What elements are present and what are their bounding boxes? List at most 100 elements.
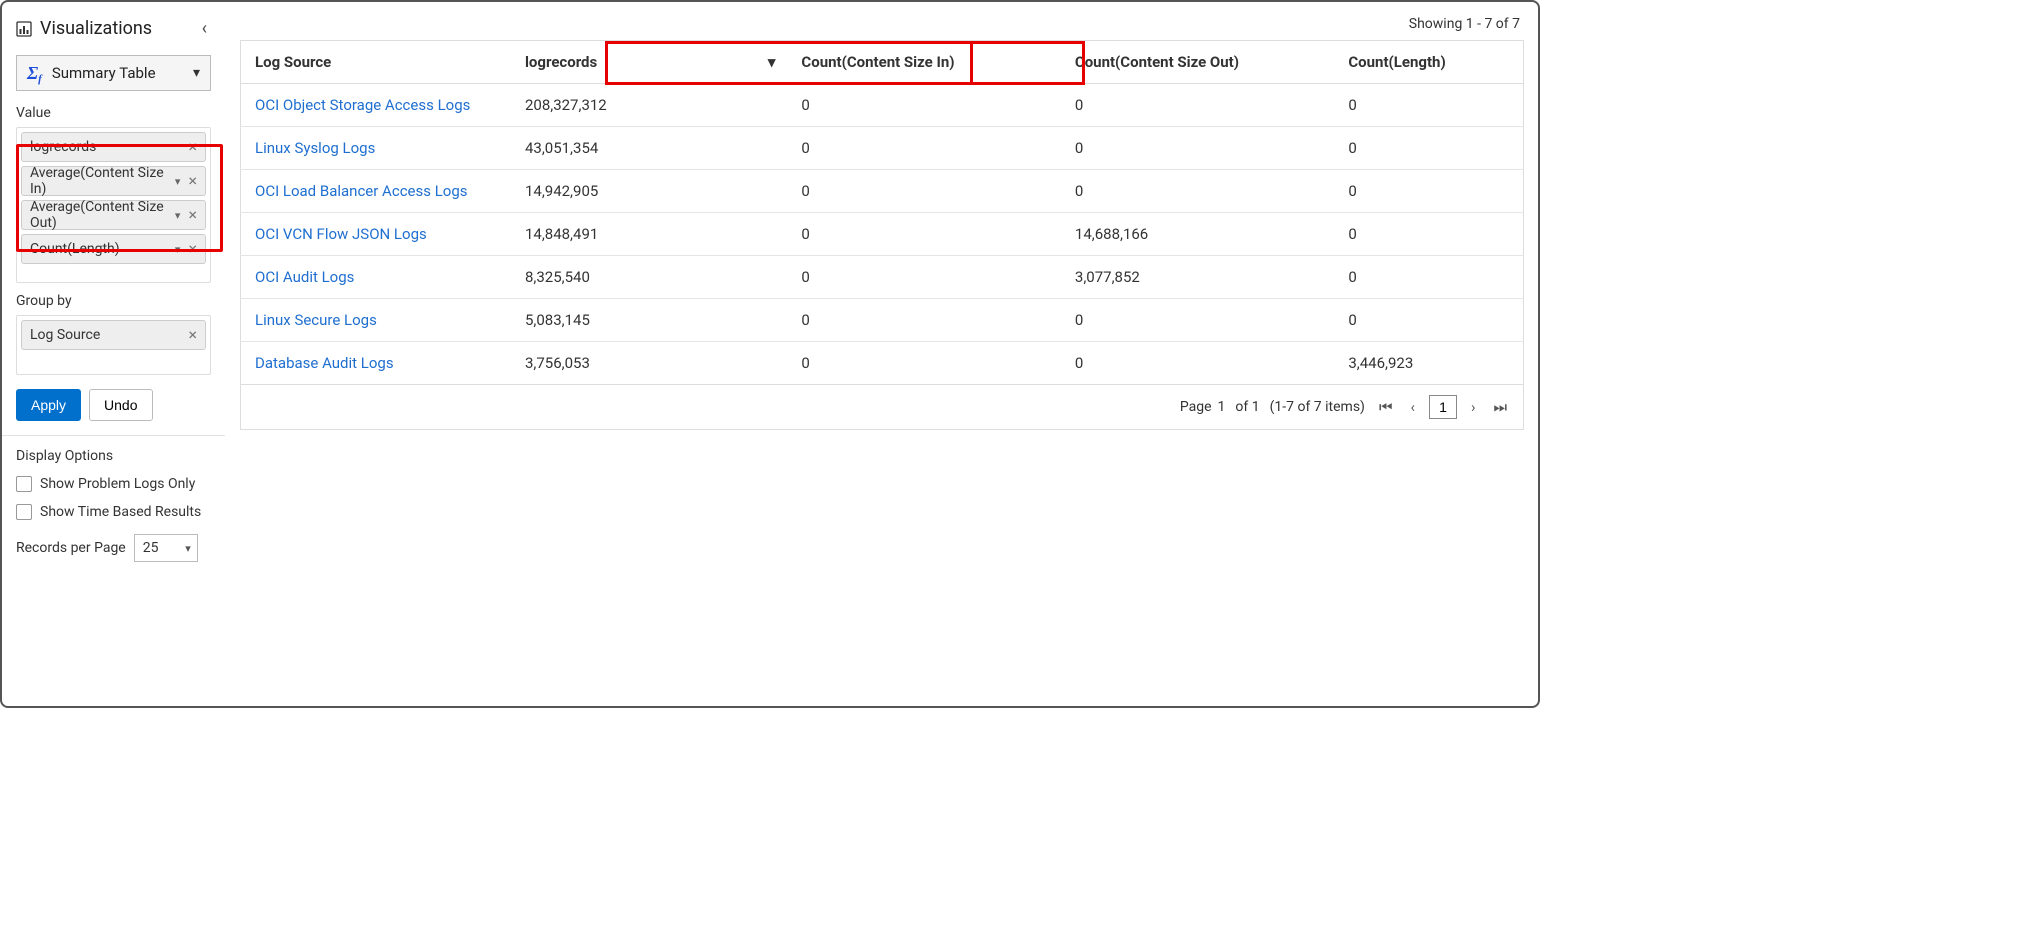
- table-cell: 0: [1334, 299, 1523, 342]
- table-cell: 0: [787, 127, 1060, 170]
- chevron-down-icon[interactable]: ▾: [175, 175, 187, 188]
- table-row: Linux Secure Logs5,083,145000: [241, 299, 1524, 342]
- table-cell: 43,051,354: [511, 127, 787, 170]
- apply-button[interactable]: Apply: [16, 389, 81, 421]
- visualization-selector[interactable]: Σf Summary Table ▾: [16, 55, 211, 91]
- table-cell: 0: [787, 256, 1060, 299]
- table-cell: 0: [787, 213, 1060, 256]
- column-header[interactable]: Count(Content Size In): [787, 41, 1060, 84]
- result-count: Showing 1 - 7 of 7: [240, 12, 1524, 40]
- pill-label: Average(Content Size In): [30, 165, 175, 197]
- pagination-next-button[interactable]: ›: [1467, 396, 1480, 418]
- log-source-link[interactable]: OCI Load Balancer Access Logs: [255, 182, 468, 200]
- records-per-page-select[interactable]: 25 ▾: [134, 534, 198, 562]
- results-area: Showing 1 - 7 of 7 Log Sourcelogrecords▾…: [226, 2, 1538, 706]
- table-row: Linux Syslog Logs43,051,354000: [241, 127, 1524, 170]
- checkbox-problem-logs[interactable]: Show Problem Logs Only: [16, 470, 211, 498]
- pill-label: logrecords: [30, 139, 96, 155]
- remove-pill-button[interactable]: ×: [186, 139, 199, 155]
- pagination-last-button[interactable]: ⏭︎: [1489, 396, 1511, 418]
- page-label: Page: [1180, 399, 1212, 415]
- records-per-page-label: Records per Page: [16, 540, 126, 556]
- groupby-pill[interactable]: Log Source ×: [21, 320, 206, 350]
- table-cell: 8,325,540: [511, 256, 787, 299]
- table-cell: 0: [1334, 84, 1523, 127]
- table-cell: 14,688,166: [1061, 213, 1334, 256]
- summary-table: Log Sourcelogrecords▾Count(Content Size …: [240, 40, 1524, 385]
- table-row: OCI Load Balancer Access Logs14,942,9050…: [241, 170, 1524, 213]
- sigma-icon: Σf: [27, 63, 42, 84]
- table-cell: 0: [787, 84, 1060, 127]
- collapse-panel-button[interactable]: ‹: [198, 16, 211, 41]
- chevron-down-icon: ▾: [193, 65, 200, 81]
- visualization-selector-label: Summary Table: [52, 64, 156, 82]
- table-cell: 0: [1334, 213, 1523, 256]
- table-cell: 0: [787, 170, 1060, 213]
- table-cell: 5,083,145: [511, 299, 787, 342]
- column-header[interactable]: logrecords▾: [511, 41, 787, 84]
- chevron-down-icon[interactable]: ▾: [175, 243, 187, 256]
- table-cell: 0: [1334, 170, 1523, 213]
- remove-pill-button[interactable]: ×: [186, 173, 199, 189]
- display-options-label: Display Options: [16, 446, 211, 470]
- table-cell: 3,077,852: [1061, 256, 1334, 299]
- pill-label: Average(Content Size Out): [30, 199, 175, 231]
- table-cell: 0: [1334, 256, 1523, 299]
- table-cell: 14,848,491: [511, 213, 787, 256]
- sort-desc-icon: ▾: [768, 53, 776, 71]
- table-cell: 0: [1061, 342, 1334, 385]
- table-cell: 3,756,053: [511, 342, 787, 385]
- value-pill[interactable]: Average(Content Size In)▾×: [21, 166, 206, 196]
- pill-label: Log Source: [30, 327, 100, 343]
- remove-pill-button[interactable]: ×: [186, 241, 199, 257]
- chevron-down-icon: ▾: [185, 542, 191, 555]
- checkbox-time-based[interactable]: Show Time Based Results: [16, 498, 211, 526]
- groupby-section-label: Group by: [2, 291, 225, 315]
- checkbox-icon: [16, 476, 32, 492]
- page-range: (1-7 of 7 items): [1270, 399, 1365, 415]
- table-cell: 208,327,312: [511, 84, 787, 127]
- undo-button[interactable]: Undo: [89, 389, 152, 421]
- table-row: OCI Audit Logs8,325,54003,077,8520: [241, 256, 1524, 299]
- chart-icon: [16, 21, 32, 37]
- value-pill[interactable]: Count(Length) ▾×: [21, 234, 206, 264]
- page-of: of 1: [1235, 399, 1259, 415]
- table-cell: 0: [1334, 127, 1523, 170]
- pagination: Page 1 of 1 (1-7 of 7 items) ⏮︎ ‹ › ⏭︎: [240, 385, 1524, 430]
- value-pill[interactable]: logrecords ×: [21, 132, 206, 162]
- remove-pill-button[interactable]: ×: [186, 327, 199, 343]
- checkbox-icon: [16, 504, 32, 520]
- visualizations-panel: Visualizations ‹ Σf Summary Table ▾ Valu…: [2, 2, 226, 706]
- log-source-link[interactable]: Linux Syslog Logs: [255, 139, 375, 157]
- column-header[interactable]: Log Source: [241, 41, 511, 84]
- log-source-link[interactable]: Database Audit Logs: [255, 354, 394, 372]
- pagination-first-button[interactable]: ⏮︎: [1375, 396, 1397, 418]
- value-pill-box: logrecords ×Average(Content Size In)▾×Av…: [16, 127, 211, 283]
- column-header[interactable]: Count(Length): [1334, 41, 1523, 84]
- log-source-link[interactable]: Linux Secure Logs: [255, 311, 377, 329]
- pagination-prev-button[interactable]: ‹: [1406, 396, 1419, 418]
- pill-label: Count(Length): [30, 241, 120, 257]
- chevron-down-icon[interactable]: ▾: [175, 209, 187, 222]
- table-cell: 0: [1061, 127, 1334, 170]
- table-cell: 3,446,923: [1334, 342, 1523, 385]
- panel-title: Visualizations: [16, 18, 152, 39]
- log-source-link[interactable]: OCI Object Storage Access Logs: [255, 96, 470, 114]
- table-row: OCI VCN Flow JSON Logs14,848,491014,688,…: [241, 213, 1524, 256]
- table-cell: 0: [1061, 299, 1334, 342]
- table-cell: 0: [787, 299, 1060, 342]
- log-source-link[interactable]: OCI Audit Logs: [255, 268, 354, 286]
- table-row: OCI Object Storage Access Logs 208,327,31…: [241, 84, 1524, 127]
- pagination-input[interactable]: [1429, 395, 1457, 419]
- remove-pill-button[interactable]: ×: [186, 207, 199, 223]
- table-cell: 14,942,905: [511, 170, 787, 213]
- table-row: Database Audit Logs3,756,053003,446,923: [241, 342, 1524, 385]
- table-cell: 0: [787, 342, 1060, 385]
- log-source-link[interactable]: OCI VCN Flow JSON Logs: [255, 225, 427, 243]
- page-number: 1: [1218, 399, 1226, 415]
- table-cell: 0: [1061, 170, 1334, 213]
- table-cell: 0: [1061, 84, 1334, 127]
- value-pill[interactable]: Average(Content Size Out)▾×: [21, 200, 206, 230]
- value-section-label: Value: [2, 103, 225, 127]
- column-header[interactable]: Count(Content Size Out): [1061, 41, 1334, 84]
